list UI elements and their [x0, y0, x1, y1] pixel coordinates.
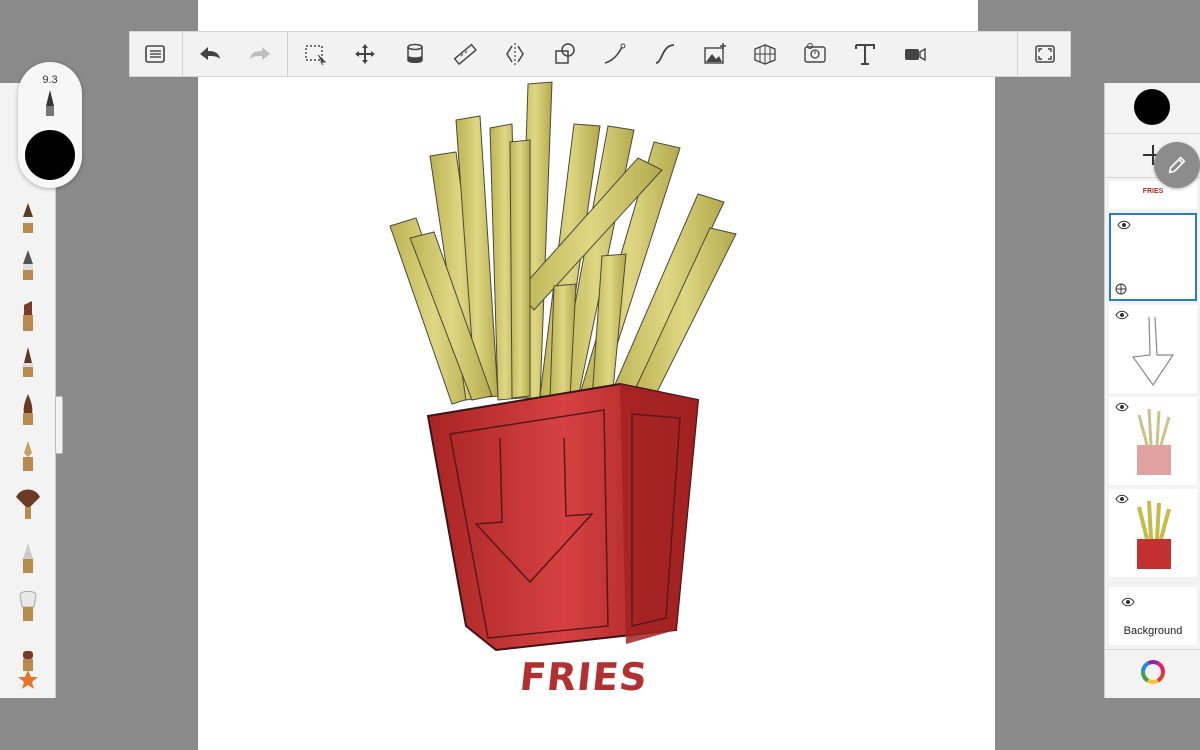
- fries-caption-text: FRIES: [517, 655, 650, 699]
- panel-divider: [1105, 649, 1200, 650]
- toolbar-divider: [1017, 32, 1018, 76]
- fries-color-thumbnail: [1137, 500, 1171, 569]
- layer-empty-selected[interactable]: [1109, 213, 1197, 301]
- fullscreen-icon[interactable]: [1020, 32, 1070, 76]
- undo-icon[interactable]: [185, 32, 235, 76]
- video-icon[interactable]: [890, 32, 940, 76]
- toolbar-divider: [182, 32, 183, 76]
- paint-brush-icon[interactable]: [14, 393, 42, 427]
- layer-blend-icon[interactable]: [1115, 283, 1127, 295]
- curve-icon[interactable]: [640, 32, 690, 76]
- smudge-brush-icon[interactable]: [14, 589, 42, 623]
- text-layer-label: FRIES: [1142, 188, 1164, 195]
- fan-brush-icon[interactable]: [14, 487, 42, 521]
- brush-size-control[interactable]: 9.3: [18, 62, 82, 188]
- redo-icon[interactable]: [235, 32, 285, 76]
- arrow-thumbnail: [1131, 316, 1175, 387]
- background-layer-label: Background: [1123, 625, 1183, 637]
- toolbar-divider: [287, 32, 288, 76]
- layer-background[interactable]: Background: [1109, 587, 1197, 645]
- brush-preview-icon: [46, 90, 54, 116]
- brush-size-value: 9.3: [42, 74, 58, 86]
- favorites-star-icon[interactable]: [14, 663, 42, 697]
- perspective-grid-icon[interactable]: [740, 32, 790, 76]
- layer-arrow-sketch[interactable]: [1109, 305, 1197, 393]
- eye-icon[interactable]: [1117, 220, 1131, 230]
- shape-icon[interactable]: [540, 32, 590, 76]
- panel-divider: [1105, 133, 1200, 134]
- fries-drawing: [389, 81, 737, 652]
- fountain-pen-brush-icon[interactable]: [14, 439, 42, 473]
- airbrush-brush-icon[interactable]: [14, 541, 42, 575]
- main-toolbar: [129, 31, 1071, 77]
- layer-fries-sketch[interactable]: [1109, 397, 1197, 485]
- text-icon[interactable]: [840, 32, 890, 76]
- opacity-slider-handle[interactable]: [55, 396, 63, 454]
- brush-color-swatch[interactable]: [23, 128, 77, 182]
- eye-icon[interactable]: [1121, 597, 1135, 607]
- selection-icon[interactable]: [290, 32, 340, 76]
- color-wheel-icon[interactable]: [1140, 659, 1166, 685]
- marker-brush-icon[interactable]: [14, 299, 42, 333]
- add-image-icon[interactable]: [690, 32, 740, 76]
- hard-pencil-brush-icon[interactable]: [14, 248, 42, 282]
- eye-icon[interactable]: [1115, 402, 1129, 412]
- eye-icon[interactable]: [1115, 494, 1129, 504]
- ink-pen-brush-icon[interactable]: [14, 345, 42, 379]
- fries-sketch-thumbnail: [1137, 408, 1171, 475]
- time-lapse-icon[interactable]: [790, 32, 840, 76]
- current-color-swatch[interactable]: [1134, 89, 1170, 125]
- edit-layer-button[interactable]: [1154, 142, 1200, 188]
- symmetry-icon[interactable]: [490, 32, 540, 76]
- pencil-edit-icon: [1168, 156, 1186, 174]
- stroke-icon[interactable]: [590, 32, 640, 76]
- transform-icon[interactable]: [340, 32, 390, 76]
- ruler-icon[interactable]: [440, 32, 490, 76]
- pencil-brush-icon[interactable]: [14, 201, 42, 235]
- fill-bucket-icon[interactable]: [390, 32, 440, 76]
- menu-list-icon[interactable]: [130, 32, 180, 76]
- layer-fries-color[interactable]: [1109, 489, 1197, 577]
